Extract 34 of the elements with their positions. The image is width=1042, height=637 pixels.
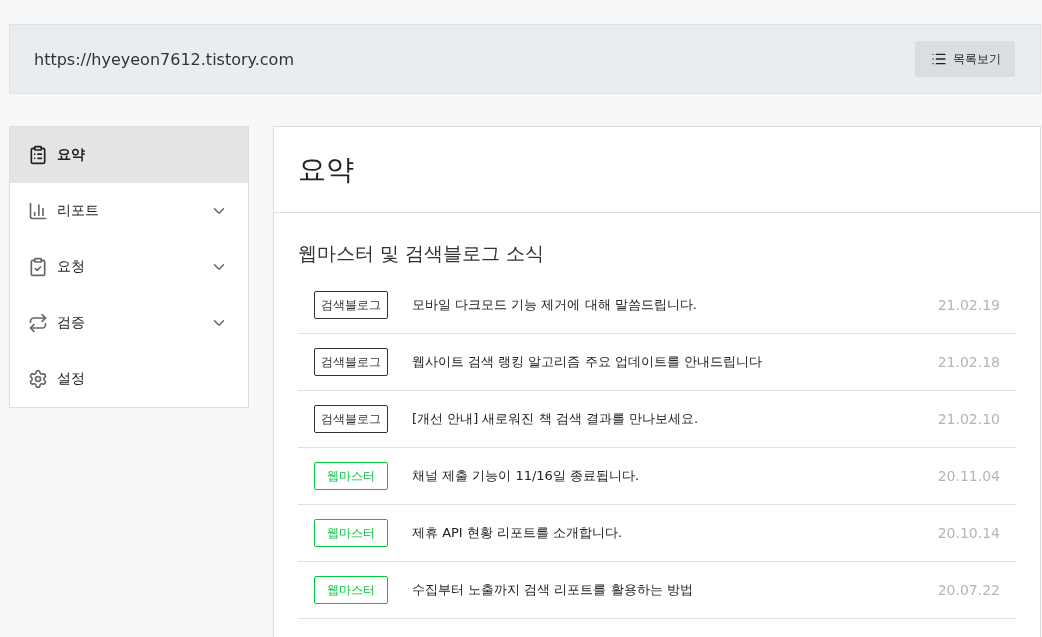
site-url: https://hyeyeon7612.tistory.com (34, 49, 294, 69)
settings-icon (28, 369, 48, 389)
page-title: 요약 (298, 151, 354, 188)
section-title: 웹마스터 및 검색블로그 소식 (298, 241, 546, 266)
news-link[interactable]: 제휴 API 현황 리포트를 소개합니다. (412, 524, 914, 542)
category-tag: 검색블로그 (314, 348, 388, 376)
category-tag: 웹마스터 (314, 462, 388, 490)
sidebar-item[interactable]: 요약 (10, 127, 248, 183)
list-icon (931, 51, 947, 67)
news-link[interactable]: 채널 제출 기능이 11/16일 종료됩니다. (412, 467, 914, 485)
news-link[interactable]: 모바일 다크모드 기능 제거에 대해 말씀드립니다. (412, 296, 914, 314)
news-link[interactable]: 웹사이트 검색 랭킹 알고리즘 주요 업데이트를 안내드립니다 (412, 353, 914, 371)
news-link[interactable]: [개선 안내] 새로워진 책 검색 결과를 만나보세요. (412, 410, 914, 428)
clipboard-icon (28, 145, 48, 165)
sidebar-label: 리포트 (57, 202, 100, 220)
sidebar-label: 설정 (57, 370, 86, 388)
category-tag: 검색블로그 (314, 405, 388, 433)
sidebar-label: 검증 (57, 314, 86, 332)
bar-chart-icon (28, 201, 48, 221)
news-date: 21.02.10 (937, 411, 1000, 427)
repeat-arrows-icon (28, 313, 48, 333)
sidebar-label: 요약 (57, 146, 86, 164)
news-date: 20.07.22 (937, 582, 1000, 598)
category-tag: 검색블로그 (314, 291, 388, 319)
news-date: 21.02.19 (937, 297, 1000, 313)
sidebar-label: 요청 (57, 258, 86, 276)
news-link[interactable]: 수집부터 노출까지 검색 리포트를 활용하는 방법 (412, 581, 914, 599)
news-date: 20.10.14 (937, 525, 1000, 541)
news-date: 21.02.18 (937, 354, 1000, 370)
category-tag: 웹마스터 (314, 576, 388, 604)
news-date: 20.11.04 (937, 468, 1000, 484)
clipboard-check-icon (28, 257, 48, 277)
list-view-button[interactable]: 목록보기 (915, 41, 1015, 77)
category-tag: 웹마스터 (314, 519, 388, 547)
